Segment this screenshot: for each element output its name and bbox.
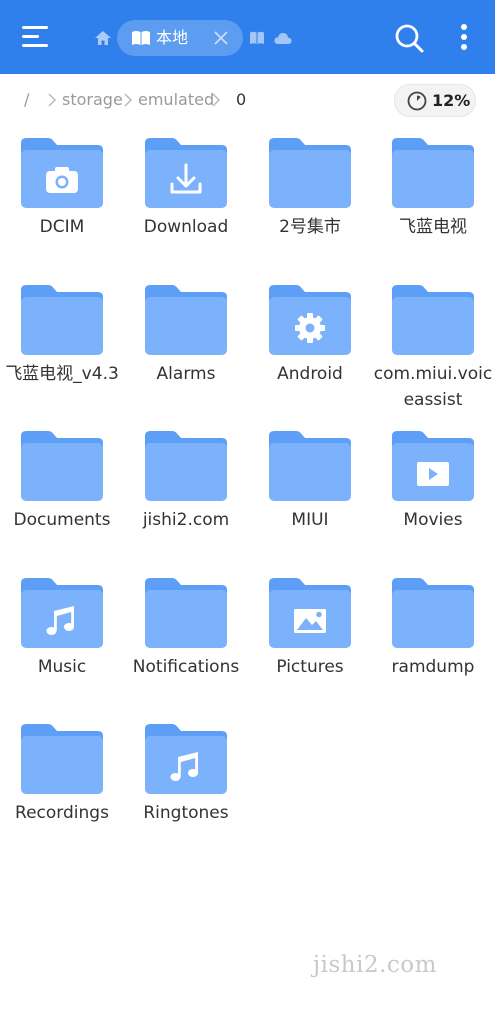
folder-icon [21, 431, 103, 501]
file-name: Documents [13, 510, 111, 530]
folder-icon [392, 577, 474, 648]
book-icon[interactable] [249, 31, 265, 45]
menu-icon[interactable] [22, 26, 48, 48]
storage-usage-button[interactable]: 12% [394, 84, 476, 117]
file-name: Pictures [276, 656, 344, 677]
folder-icon [145, 431, 227, 501]
file-item[interactable]: 飞蓝电视_v4.3 [0, 277, 124, 423]
breadcrumb-root[interactable]: / [24, 90, 29, 110]
breadcrumb-storage[interactable]: storage [62, 90, 123, 110]
file-name: ramdump [391, 656, 475, 677]
folder-icon [145, 577, 227, 648]
file-name: Music [37, 656, 87, 677]
chevron-right-icon [212, 93, 220, 107]
close-icon[interactable] [213, 30, 229, 46]
file-name: 2号集市 [279, 217, 341, 237]
cloud-icon[interactable] [274, 31, 292, 45]
pie-chart-icon [407, 91, 427, 111]
file-name: jishi2.com [142, 510, 230, 530]
book-icon [132, 31, 150, 45]
folder-icon [21, 724, 103, 794]
file-item[interactable]: Android [248, 277, 372, 423]
camera-icon [21, 138, 103, 208]
music-note-icon [21, 577, 103, 648]
search-icon[interactable] [394, 23, 424, 53]
file-name: MIUI [291, 510, 329, 530]
file-item[interactable]: Alarms [124, 277, 248, 423]
gear-icon [269, 284, 351, 355]
music-note-icon [145, 724, 227, 794]
file-item[interactable]: Documents [0, 423, 124, 569]
file-item[interactable]: DCIM [0, 130, 124, 276]
folder-icon [392, 138, 474, 208]
file-item[interactable]: Ringtones [124, 716, 248, 862]
breadcrumb-emulated[interactable]: emulated [138, 90, 214, 110]
file-item[interactable]: Movies [371, 423, 495, 569]
file-name: 飞蓝电视_v4.3 [5, 363, 119, 384]
file-item[interactable]: MIUI [248, 423, 372, 569]
storage-percent: 12% [432, 91, 471, 110]
file-item[interactable]: 2号集市 [248, 130, 372, 276]
file-item[interactable]: Notifications [124, 570, 248, 716]
image-icon [269, 577, 351, 648]
file-name: Alarms [156, 363, 216, 384]
file-name: 飞蓝电视 [399, 217, 467, 237]
play-icon [392, 431, 474, 501]
file-item[interactable]: ramdump [371, 570, 495, 716]
file-item[interactable]: com.miui.voiceassist [371, 277, 495, 423]
file-name: Recordings [15, 803, 109, 823]
file-name: Ringtones [143, 803, 229, 823]
folder-icon [21, 284, 103, 355]
tab-label: 本地 [156, 28, 189, 47]
folder-icon [392, 284, 474, 355]
file-item[interactable]: Music [0, 570, 124, 716]
file-item[interactable]: Download [124, 130, 248, 276]
folder-icon [145, 284, 227, 355]
top-app-bar: 本地 [0, 0, 495, 74]
file-item[interactable]: Pictures [248, 570, 372, 716]
file-name: Movies [403, 510, 463, 530]
file-name: com.miui.voiceassist [373, 363, 493, 410]
home-icon[interactable] [93, 28, 113, 48]
tab-local[interactable]: 本地 [117, 20, 243, 56]
watermark: jishi2.com [313, 952, 437, 978]
chevron-right-icon [124, 93, 132, 107]
chevron-right-icon [48, 93, 56, 107]
file-name: Notifications [132, 656, 240, 677]
file-item[interactable]: 飞蓝电视 [371, 130, 495, 276]
file-name: DCIM [39, 217, 85, 237]
file-name: Android [277, 363, 343, 384]
download-icon [145, 138, 227, 208]
file-item[interactable]: Recordings [0, 716, 124, 862]
folder-icon [269, 431, 351, 501]
file-item[interactable]: jishi2.com [124, 423, 248, 569]
file-name: Download [143, 217, 229, 237]
breadcrumb-current[interactable]: 0 [236, 90, 246, 110]
more-vert-icon[interactable] [453, 22, 475, 52]
folder-icon [269, 138, 351, 208]
